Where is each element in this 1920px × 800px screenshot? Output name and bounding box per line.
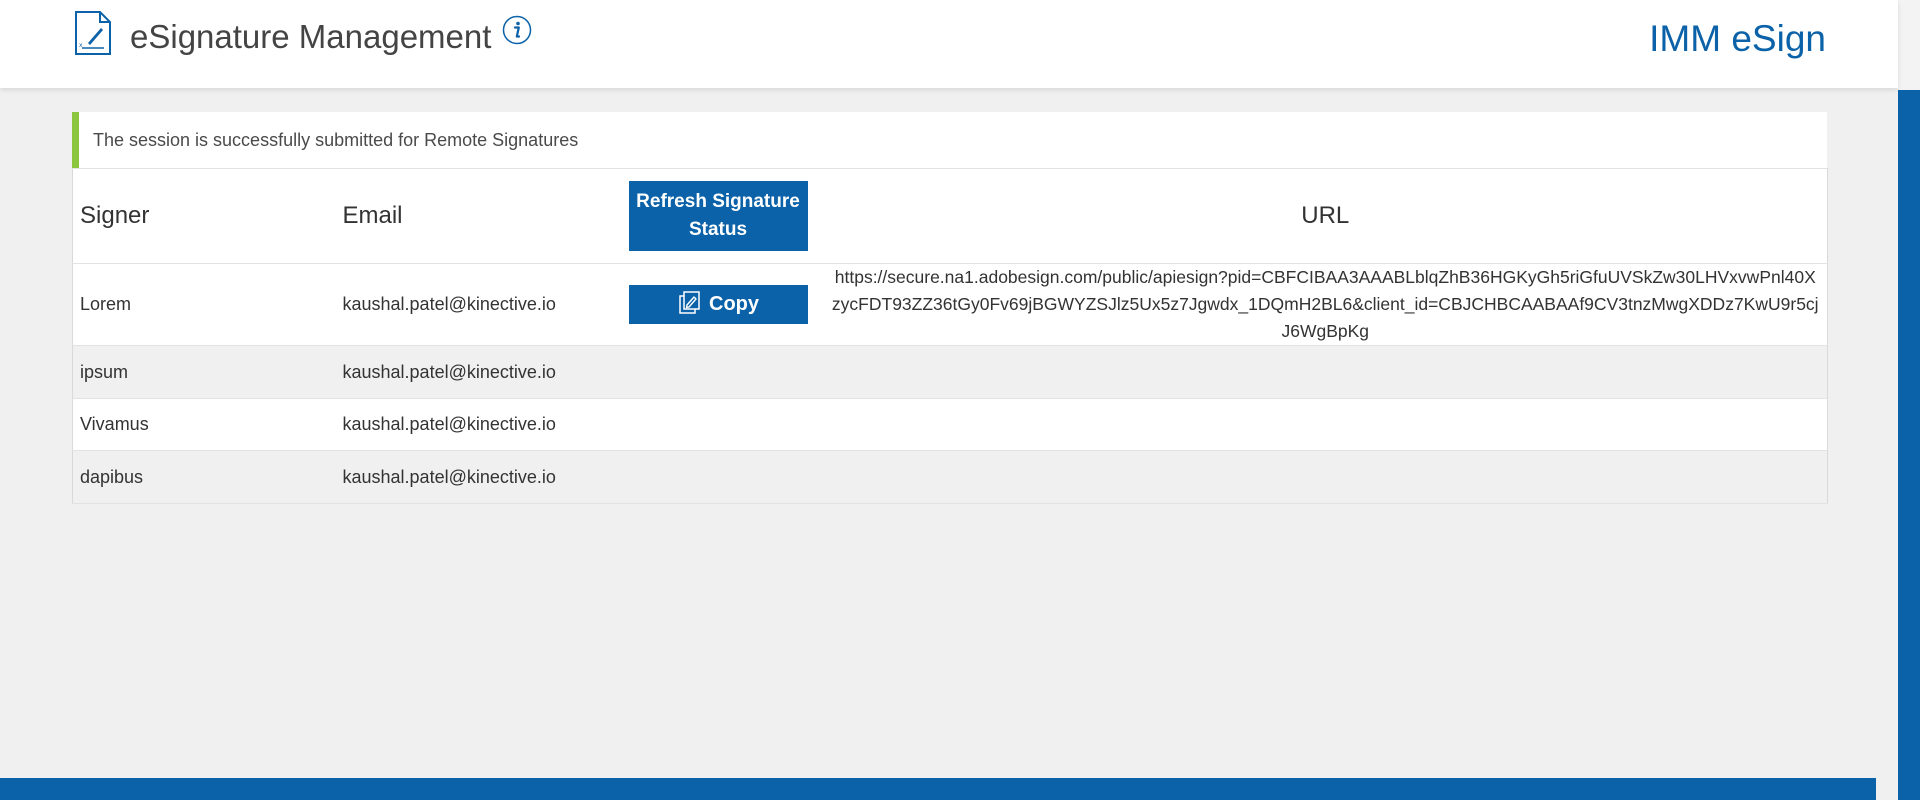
action-cell: [621, 398, 824, 451]
copy-url-button[interactable]: Copy: [628, 285, 808, 324]
table-header-row: Signer Email Refresh Signature Status UR…: [72, 168, 1828, 264]
column-header-signer: Signer: [72, 168, 336, 264]
copy-button-label: Copy: [709, 293, 759, 315]
main-content: The session is successfully submitted fo…: [72, 112, 1828, 504]
table-row: Vivamus kaushal.patel@kinective.io: [72, 398, 1828, 451]
signing-url: https://secure.na1.adobesign.com/public/…: [823, 263, 1828, 346]
column-header-email: Email: [335, 168, 622, 264]
action-cell: [621, 450, 824, 504]
success-alert: The session is successfully submitted fo…: [72, 112, 1827, 168]
table-row: dapibus kaushal.patel@kinective.io: [72, 450, 1828, 504]
page-title: eSignature Management: [130, 18, 492, 55]
right-accent-bar: [1898, 90, 1920, 800]
brand-name: IMM eSign: [1649, 18, 1826, 59]
signer-email: kaushal.patel@kinective.io: [335, 263, 622, 346]
table-row: ipsum kaushal.patel@kinective.io: [72, 345, 1828, 399]
signing-url: [823, 398, 1828, 451]
svg-text:x: x: [79, 42, 83, 49]
signers-table: Signer Email Refresh Signature Status UR…: [72, 168, 1828, 504]
signer-name: Lorem: [72, 263, 336, 346]
action-cell: Copy: [621, 263, 824, 346]
signed-document-icon: x: [75, 11, 111, 55]
copy-edit-icon: [679, 290, 700, 314]
action-cell: [621, 345, 824, 399]
signer-email: kaushal.patel@kinective.io: [335, 450, 622, 504]
signer-email: kaushal.patel@kinective.io: [335, 398, 622, 451]
table-row: Lorem kaushal.patel@kinective.io Copy ht…: [72, 263, 1828, 346]
alert-message: The session is successfully submitted fo…: [93, 130, 579, 150]
signing-url: [823, 345, 1828, 399]
signing-url: [823, 450, 1828, 504]
signer-name: ipsum: [72, 345, 336, 399]
signer-name: dapibus: [72, 450, 336, 504]
signer-email: kaushal.patel@kinective.io: [335, 345, 622, 399]
app-header: x eSignature Management IMM eSign: [0, 0, 1898, 88]
column-header-url: URL: [823, 168, 1828, 264]
footer-bar: [0, 778, 1876, 800]
signer-name: Vivamus: [72, 398, 336, 451]
info-icon[interactable]: [502, 15, 532, 45]
column-header-action: Refresh Signature Status: [621, 168, 824, 264]
refresh-signature-status-button[interactable]: Refresh Signature Status: [628, 181, 808, 251]
